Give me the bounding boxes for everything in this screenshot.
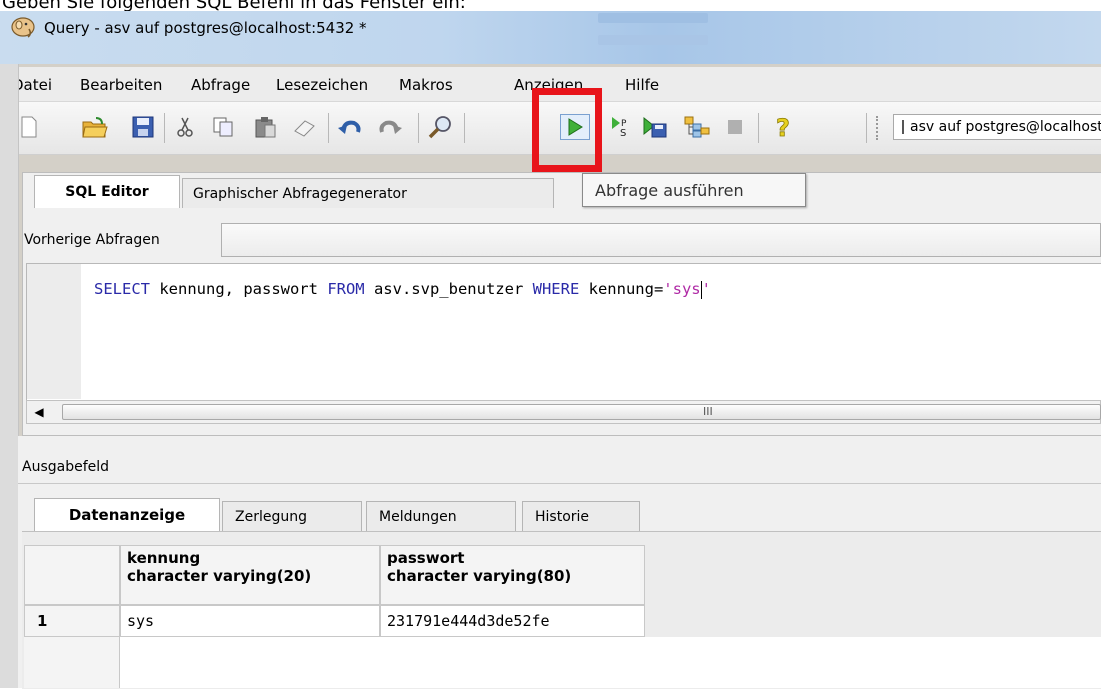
row-header[interactable]: 1 <box>24 605 120 637</box>
sql-query-text[interactable]: SELECT kennung, passwort FROM asv.svp_be… <box>94 280 711 299</box>
background-row <box>598 35 708 45</box>
sql-keyword: FROM <box>327 280 365 298</box>
column-type: character varying(80) <box>387 567 572 585</box>
cut-icon[interactable] <box>172 114 198 140</box>
scroll-left-arrow-icon[interactable]: ◀ <box>30 403 48 421</box>
tab-graphical-query-builder[interactable]: Graphischer Abfragegenerator <box>182 178 554 208</box>
explain-analyze-icon[interactable] <box>684 114 710 140</box>
previous-queries-select[interactable] <box>221 223 1101 257</box>
menu-makros[interactable]: Makros <box>399 76 453 94</box>
toolbar-separator <box>328 113 329 143</box>
sql-string: ' <box>701 280 711 298</box>
left-dock-bar <box>0 64 19 688</box>
save-icon[interactable] <box>130 114 156 140</box>
pgadmin-elephant-icon <box>11 17 35 38</box>
scrollbar-thumb[interactable] <box>62 404 1101 420</box>
tab-data-output[interactable]: Datenanzeige <box>34 498 220 531</box>
sql-text: asv.svp_benutzer <box>364 280 533 298</box>
sql-text: kennung= <box>579 280 664 298</box>
execute-to-file-icon[interactable] <box>642 114 668 140</box>
tab-explain[interactable]: Zerlegung <box>222 501 362 531</box>
connection-select[interactable]: asv auf postgres@localhost:5432 <box>893 114 1101 140</box>
window-title: Query - asv auf postgres@localhost:5432 … <box>44 19 367 37</box>
connection-checkbox[interactable] <box>902 120 904 134</box>
tab-messages[interactable]: Meldungen <box>366 501 516 531</box>
paste-icon[interactable] <box>252 114 278 140</box>
toolbar-separator <box>758 113 759 143</box>
open-folder-icon[interactable] <box>82 114 108 140</box>
eraser-icon[interactable] <box>292 114 318 140</box>
undo-icon[interactable] <box>336 114 362 140</box>
svg-text:?: ? <box>776 114 790 140</box>
sql-keyword: WHERE <box>532 280 580 298</box>
grid-empty-area <box>120 637 1101 688</box>
sql-string: 'sys <box>663 280 701 298</box>
column-type: character varying(20) <box>127 567 312 585</box>
column-header-passwort[interactable]: passwort character varying(80) <box>380 545 645 605</box>
column-name: kennung <box>127 549 201 567</box>
column-name: passwort <box>387 549 465 567</box>
grid-corner[interactable] <box>24 545 120 605</box>
explain-icon[interactable]: PS <box>608 114 634 140</box>
table-cell[interactable]: 231791e444d3de52fe <box>380 605 645 637</box>
toolbar-separator <box>418 113 419 143</box>
output-panel-label: Ausgabefeld <box>22 459 110 475</box>
toolbar-separator <box>866 113 867 143</box>
grid-row-header-column <box>24 637 120 688</box>
editor-gutter <box>27 264 81 399</box>
scrollbar-grip: III <box>703 405 713 418</box>
execute-tooltip: Abfrage ausführen <box>582 173 806 207</box>
menu-bearbeiten[interactable]: Bearbeiten <box>80 76 162 94</box>
sql-text: kennung, passwort <box>150 280 328 298</box>
toolbar-grip[interactable] <box>876 116 881 140</box>
menu-hilfe[interactable]: Hilfe <box>625 76 659 94</box>
svg-text:S: S <box>620 128 626 139</box>
tab-sql-editor[interactable]: SQL Editor <box>34 175 180 208</box>
tab-history[interactable]: Historie <box>522 501 640 531</box>
table-cell[interactable]: sys <box>120 605 380 637</box>
help-icon[interactable]: ? <box>772 114 798 140</box>
toolbar-separator <box>464 113 465 143</box>
menu-lesezeichen[interactable]: Lesezeichen <box>276 76 368 94</box>
redo-icon[interactable] <box>378 114 404 140</box>
output-header <box>18 453 1101 484</box>
new-file-icon[interactable] <box>16 114 42 140</box>
sql-keyword: SELECT <box>94 280 150 298</box>
copy-icon[interactable] <box>210 114 236 140</box>
highlight-box <box>532 88 602 172</box>
stop-icon[interactable] <box>722 114 748 140</box>
background-row <box>598 13 708 23</box>
toolbar-separator <box>164 113 165 143</box>
find-icon[interactable] <box>428 114 454 140</box>
previous-queries-label: Vorherige Abfragen <box>24 232 160 248</box>
column-header-kennung[interactable]: kennung character varying(20) <box>120 545 380 605</box>
connection-label: asv auf postgres@localhost:5432 <box>910 119 1101 135</box>
menu-abfrage[interactable]: Abfrage <box>191 76 250 94</box>
